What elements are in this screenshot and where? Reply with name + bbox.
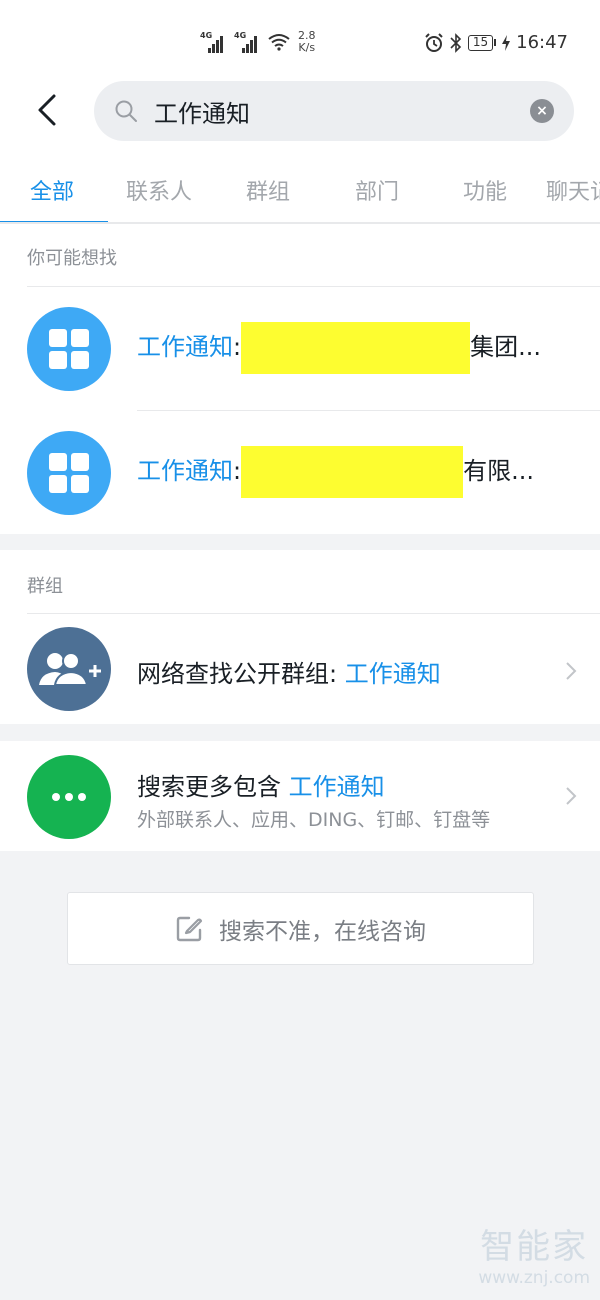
keyword-highlight: 工作通知: [137, 333, 233, 361]
search-icon: [115, 100, 137, 122]
online-consult-button[interactable]: 搜索不准，在线咨询: [67, 892, 534, 965]
separator: :: [233, 457, 242, 485]
public-group-search-item[interactable]: 网络查找公开群组: 工作通知: [0, 614, 600, 724]
edit-icon: [176, 916, 203, 941]
redacted-block: [241, 446, 464, 498]
redacted-block: [241, 322, 471, 374]
bluetooth-icon: [450, 32, 461, 53]
watermark: 智能家 www.znj.com: [478, 1219, 590, 1288]
battery-icon: 15: [467, 34, 497, 51]
status-bar: 4G 4G 2.8 K/s 15 16:47: [0, 0, 600, 72]
signal-icon: 4G: [200, 31, 230, 53]
section-title: 群组: [27, 576, 63, 597]
tab-all[interactable]: 全部: [30, 174, 74, 206]
tab-departments[interactable]: 部门: [355, 174, 399, 206]
item-name-suffix: 集团...: [470, 333, 541, 361]
add-group-icon: [27, 627, 111, 711]
battery-level: 15: [467, 34, 494, 51]
search-input[interactable]: [154, 91, 514, 131]
keyword-highlight: 工作通知: [137, 457, 233, 485]
groups-section: 群组 网络查找公开群组: 工作通知: [0, 550, 600, 724]
app-grid-icon: [27, 307, 111, 391]
tab-functions[interactable]: 功能: [463, 174, 507, 206]
more-icon: [27, 755, 111, 839]
divider: [27, 286, 600, 287]
section-title: 你可能想找: [27, 248, 117, 269]
search-more-item[interactable]: 搜索更多包含 工作通知 外部联系人、应用、DING、钉邮、钉盘等: [0, 741, 600, 851]
item-name-suffix: 有限...: [463, 457, 534, 485]
tab-chat-history[interactable]: 聊天记录: [546, 174, 600, 206]
alarm-icon: [425, 32, 443, 52]
divider: [137, 410, 600, 411]
clear-search-button[interactable]: ×: [530, 99, 554, 123]
speed-unit: K/s: [298, 41, 316, 54]
suggestion-item[interactable]: 工作通知: 有限...: [0, 412, 600, 534]
keyword-highlight: 工作通知: [288, 773, 385, 801]
search-bar[interactable]: ×: [94, 81, 574, 141]
watermark-name: 智能家: [480, 1227, 589, 1267]
tab-contacts[interactable]: 联系人: [126, 174, 192, 206]
search-more-subtitle: 外部联系人、应用、DING、钉邮、钉盘等: [137, 809, 491, 831]
chevron-right-icon: [566, 787, 577, 805]
signal-icon: 4G: [234, 31, 264, 53]
separator: :: [233, 333, 242, 361]
tab-groups[interactable]: 群组: [246, 174, 290, 206]
charging-icon: [502, 34, 511, 51]
suggestions-section: 你可能想找 工作通知: 集团... 工作通知: 有限...: [0, 224, 600, 534]
back-button[interactable]: [30, 90, 66, 130]
wifi-icon: [268, 34, 290, 51]
network-speed: 2.8 K/s: [298, 30, 316, 54]
public-group-label: 网络查找公开群组:: [137, 660, 345, 688]
watermark-url: www.znj.com: [478, 1268, 590, 1288]
chevron-right-icon: [566, 662, 577, 680]
app-grid-icon: [27, 431, 111, 515]
search-tabs: 全部 联系人 群组 部门 功能 聊天记录: [0, 152, 600, 224]
consult-label: 搜索不准，在线咨询: [219, 918, 426, 945]
suggestion-item[interactable]: 工作通知: 集团...: [0, 288, 600, 410]
keyword-highlight: 工作通知: [344, 660, 441, 688]
clock: 16:47: [516, 32, 568, 53]
search-more-label: 搜索更多包含: [137, 773, 289, 801]
search-header: ×: [0, 72, 600, 152]
